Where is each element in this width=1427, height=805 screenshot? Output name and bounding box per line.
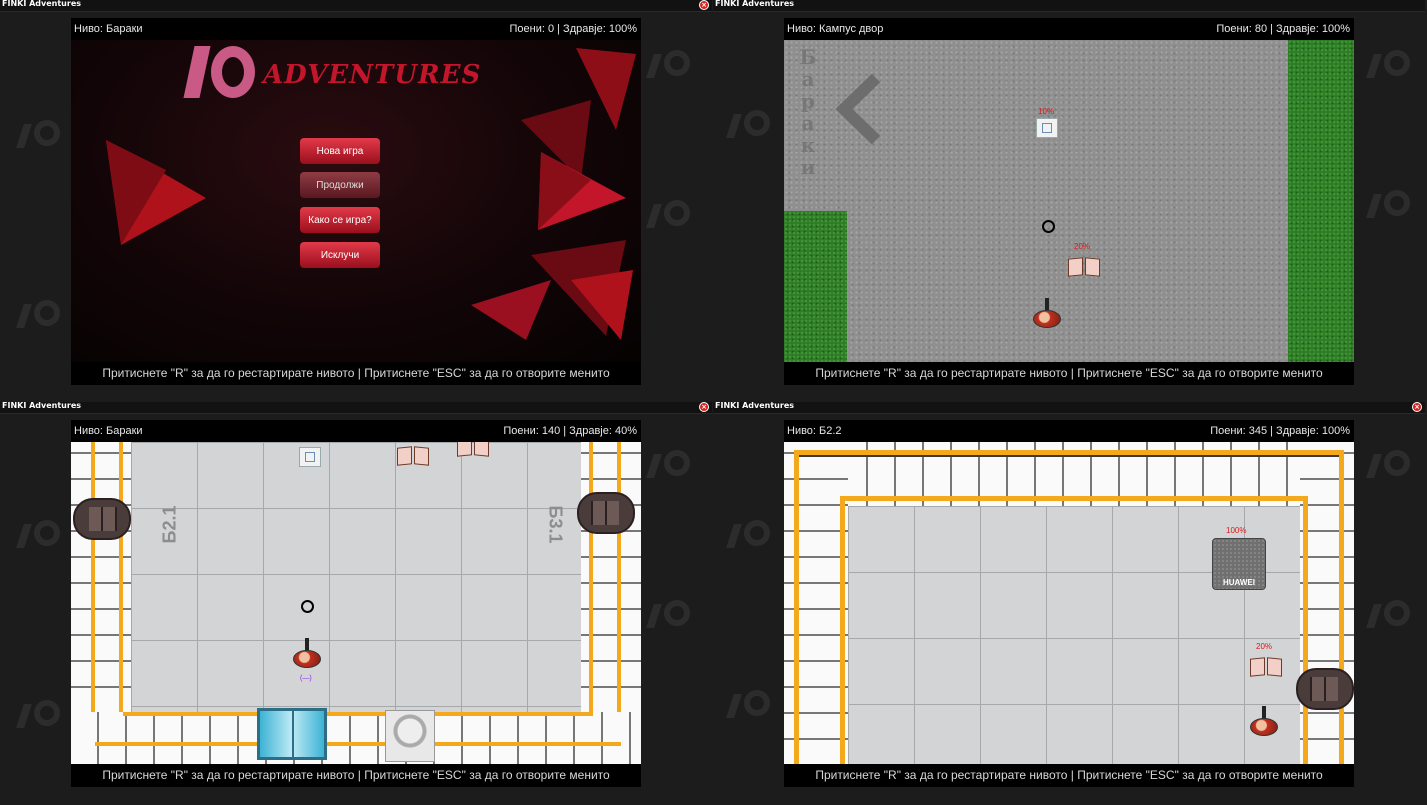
- statue-object: [385, 710, 435, 762]
- level-label: Ниво: Бараки: [74, 23, 143, 35]
- exit-button[interactable]: Исклучи: [300, 242, 380, 268]
- floor-stripe: [119, 442, 123, 712]
- close-icon[interactable]: ×: [1412, 402, 1422, 412]
- window-title: FINKI Adventures: [2, 0, 82, 8]
- game-window-campus: FINKI Adventures Ниво: Кампус двор Поени…: [713, 0, 1425, 402]
- floor-stripe: [794, 450, 799, 764]
- floor-stripe: [123, 712, 593, 716]
- controls-hint: Притиснете "R" за да го рестартирате нив…: [102, 366, 610, 380]
- room-label-left: Б2.1: [159, 505, 180, 544]
- title-bar: FINKI Adventures ×: [713, 401, 1425, 414]
- tiled-floor: [131, 442, 581, 712]
- exit-direction-label: Бараки: [799, 45, 817, 179]
- book-icon[interactable]: [397, 445, 429, 467]
- book-icon[interactable]: [1250, 656, 1282, 678]
- barracks-scene: Б2.1 Б3.1 (—): [71, 442, 641, 764]
- door-left[interactable]: [73, 498, 131, 540]
- book-icon[interactable]: [457, 442, 489, 458]
- controls-hint: Притиснете "R" за да го рестартирате нив…: [815, 768, 1323, 782]
- floor-stripe: [1303, 496, 1308, 764]
- title-bar: FINKI Adventures ×: [0, 401, 712, 414]
- floor-stripe: [1339, 450, 1344, 764]
- window-title: FINKI Adventures: [2, 401, 82, 410]
- score-health-label: Поени: 345 | Здравје: 100%: [1210, 425, 1350, 437]
- campus-scene: Бараки 10% 20%: [784, 40, 1354, 362]
- game-canvas: Ниво: Б2.2 Поени: 345 | Здравје: 100% 10…: [784, 420, 1354, 787]
- title-bar: FINKI Adventures ×: [0, 0, 712, 12]
- room-label-right: Б3.1: [545, 505, 566, 544]
- tablet-icon[interactable]: [299, 447, 321, 467]
- player-character[interactable]: [1029, 298, 1063, 330]
- logo-text: ADVENTURES: [263, 60, 482, 90]
- aim-reticle-icon: [301, 600, 314, 613]
- door-right[interactable]: [577, 492, 635, 534]
- server-brand-label: HUAWEI: [1223, 578, 1255, 587]
- hud-bar: Ниво: Бараки Поени: 140 | Здравје: 40%: [71, 420, 641, 442]
- item-percent: 20%: [1074, 242, 1091, 251]
- game-canvas: Ниво: Бараки Поени: 140 | Здравје: 40% Б…: [71, 420, 641, 787]
- grass-patch-right: [1288, 40, 1354, 362]
- right-wall: [1300, 442, 1354, 764]
- score-health-label: Поени: 0 | Здравје: 100%: [509, 23, 637, 35]
- close-icon[interactable]: ×: [699, 0, 709, 10]
- level-label: Ниво: Б2.2: [787, 425, 842, 437]
- controls-hint: Притиснете "R" за да го рестартирате нив…: [815, 366, 1323, 380]
- book-percent: 20%: [1256, 642, 1273, 651]
- floor-stripe: [589, 442, 593, 712]
- game-window-room-b22: FINKI Adventures × Ниво: Б2.2 Поени: 345…: [713, 401, 1425, 804]
- hud-bar: Ниво: Б2.2 Поени: 345 | Здравје: 100%: [784, 420, 1354, 442]
- score-health-label: Поени: 80 | Здравје: 100%: [1216, 23, 1350, 35]
- continue-button[interactable]: Продолжи: [300, 172, 380, 198]
- item-percent: 10%: [1038, 107, 1055, 116]
- floor-stripe: [840, 496, 845, 764]
- game-canvas: Ниво: Кампус двор Поени: 80 | Здравје: 1…: [784, 18, 1354, 385]
- window-title: FINKI Adventures: [715, 0, 795, 8]
- game-window-menu: FINKI Adventures × Ниво: Бараки Поени: 0…: [0, 0, 712, 402]
- window-title: FINKI Adventures: [715, 401, 795, 410]
- close-icon[interactable]: ×: [699, 402, 709, 412]
- player-character[interactable]: [289, 638, 323, 670]
- logo-o-glyph: [211, 46, 255, 98]
- room-scene: 100% HUAWEI 20%: [784, 442, 1354, 764]
- level-label: Ниво: Бараки: [74, 425, 143, 437]
- score-health-label: Поени: 140 | Здравје: 40%: [503, 425, 637, 437]
- floor-stripe: [95, 742, 621, 746]
- menu-scene: ADVENTURES Нова игра Продолжи Како се иг…: [71, 40, 641, 362]
- server-percent: 100%: [1226, 526, 1247, 535]
- hud-bar: Ниво: Бараки Поени: 0 | Здравје: 100%: [71, 18, 641, 40]
- controls-hint: Притиснете "R" за да го рестартирате нив…: [102, 768, 610, 782]
- glass-door-exit[interactable]: [257, 708, 327, 760]
- floor-stripe: [840, 496, 1308, 501]
- game-window-barracks: FINKI Adventures × Ниво: Бараки Поени: 1…: [0, 401, 712, 804]
- title-bar: FINKI Adventures: [713, 0, 1425, 12]
- door-right[interactable]: [1296, 668, 1354, 710]
- player-status-tag: (—): [300, 675, 312, 682]
- hud-bar: Ниво: Кампус двор Поени: 80 | Здравје: 1…: [784, 18, 1354, 40]
- chevron-left-icon[interactable]: [836, 72, 886, 146]
- bottom-wall: [71, 712, 641, 764]
- game-canvas: Ниво: Бараки Поени: 0 | Здравје: 100% AD…: [71, 18, 641, 385]
- level-label: Ниво: Кампус двор: [787, 23, 884, 35]
- huawei-server-box[interactable]: HUAWEI: [1212, 538, 1266, 590]
- aim-reticle-icon: [1042, 220, 1055, 233]
- book-icon[interactable]: [1068, 256, 1100, 278]
- how-to-play-button[interactable]: Како се игра?: [300, 207, 380, 233]
- wall-edge: [799, 455, 1339, 457]
- player-character[interactable]: [1246, 706, 1280, 738]
- grass-patch-left: [784, 211, 847, 362]
- tablet-icon[interactable]: [1036, 118, 1058, 138]
- new-game-button[interactable]: Нова игра: [300, 138, 380, 164]
